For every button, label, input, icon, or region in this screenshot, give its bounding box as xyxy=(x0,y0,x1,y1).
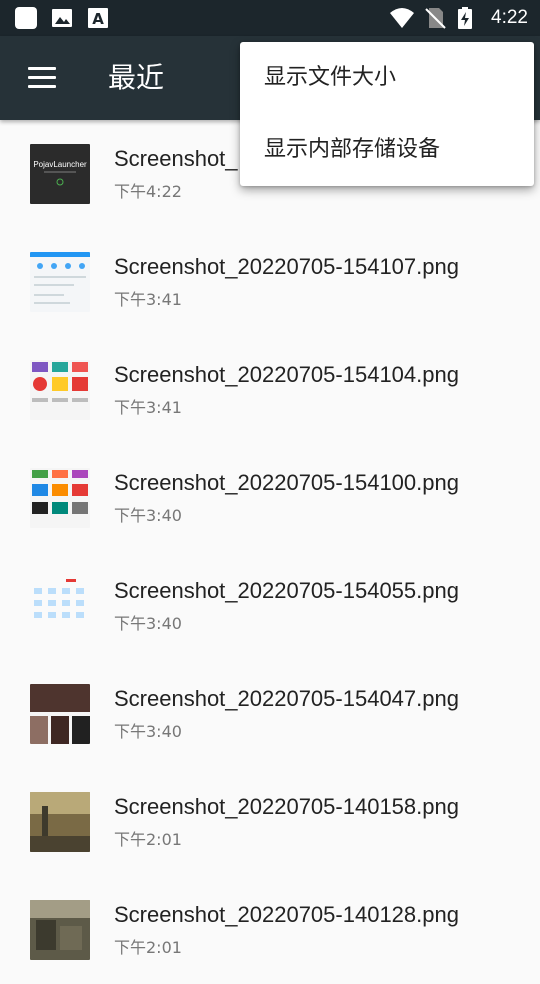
file-thumbnail xyxy=(30,792,90,852)
hamburger-menu-icon[interactable] xyxy=(18,58,62,98)
file-name: Screenshot_ xyxy=(114,146,238,171)
list-item[interactable]: Screenshot_20220705-154055.png 下午3:40 xyxy=(0,552,540,660)
file-thumbnail xyxy=(30,576,90,636)
image-icon xyxy=(50,6,74,30)
menu-item-show-file-size[interactable]: 显示文件大小 xyxy=(264,42,534,114)
list-item[interactable]: Screenshot_20220705-140128.png 下午2:01 xyxy=(0,876,540,984)
list-item[interactable]: Screenshot_20220705-154100.png 下午3:40 xyxy=(0,444,540,552)
file-time: 下午3:40 xyxy=(114,722,182,741)
page-title: 最近 xyxy=(108,61,165,94)
status-bar-system: 4:22 xyxy=(389,6,528,30)
file-thumbnail xyxy=(30,360,90,420)
status-bar-notifications: A xyxy=(14,6,110,30)
overflow-menu: 显示文件大小 显示内部存储设备 xyxy=(240,42,534,186)
status-bar: A 4:22 xyxy=(0,0,540,36)
file-thumbnail xyxy=(30,468,90,528)
app-icon xyxy=(14,6,38,30)
file-name: Screenshot_20220705-154055.png xyxy=(114,578,459,603)
wifi-icon xyxy=(389,6,415,30)
file-time: 下午2:01 xyxy=(114,830,182,849)
file-name: Screenshot_20220705-140128.png xyxy=(114,902,459,927)
list-item[interactable]: Screenshot_20220705-154107.png 下午3:41 xyxy=(0,228,540,336)
file-thumbnail xyxy=(30,900,90,960)
clock: 4:22 xyxy=(491,7,528,28)
list-item[interactable]: Screenshot_20220705-140158.png 下午2:01 xyxy=(0,768,540,876)
svg-text:A: A xyxy=(92,10,104,28)
thumbnail-caption: PojavLauncher xyxy=(33,160,87,169)
file-name: Screenshot_20220705-154047.png xyxy=(114,686,459,711)
file-name: Screenshot_20220705-154104.png xyxy=(114,362,459,387)
font-a-icon: A xyxy=(86,6,110,30)
file-thumbnail: PojavLauncher xyxy=(30,144,90,204)
file-name: Screenshot_20220705-154107.png xyxy=(114,254,459,279)
list-item[interactable]: Screenshot_20220705-154104.png 下午3:41 xyxy=(0,336,540,444)
file-time: 下午3:41 xyxy=(114,290,182,309)
list-item[interactable]: Screenshot_20220705-154047.png 下午3:40 xyxy=(0,660,540,768)
file-time: 下午3:41 xyxy=(114,398,182,417)
menu-item-show-internal-storage[interactable]: 显示内部存储设备 xyxy=(264,114,534,186)
file-time: 下午3:40 xyxy=(114,614,182,633)
recent-files-list: PojavLauncher Screenshot_ 下午4:22 Screens… xyxy=(0,120,540,984)
file-time: 下午3:40 xyxy=(114,506,182,525)
no-sim-icon xyxy=(423,6,447,30)
file-thumbnail xyxy=(30,252,90,312)
battery-charging-icon xyxy=(457,6,481,30)
file-thumbnail xyxy=(30,684,90,744)
file-time: 下午4:22 xyxy=(114,182,182,201)
file-name: Screenshot_20220705-154100.png xyxy=(114,470,459,495)
file-time: 下午2:01 xyxy=(114,938,182,957)
file-name: Screenshot_20220705-140158.png xyxy=(114,794,459,819)
